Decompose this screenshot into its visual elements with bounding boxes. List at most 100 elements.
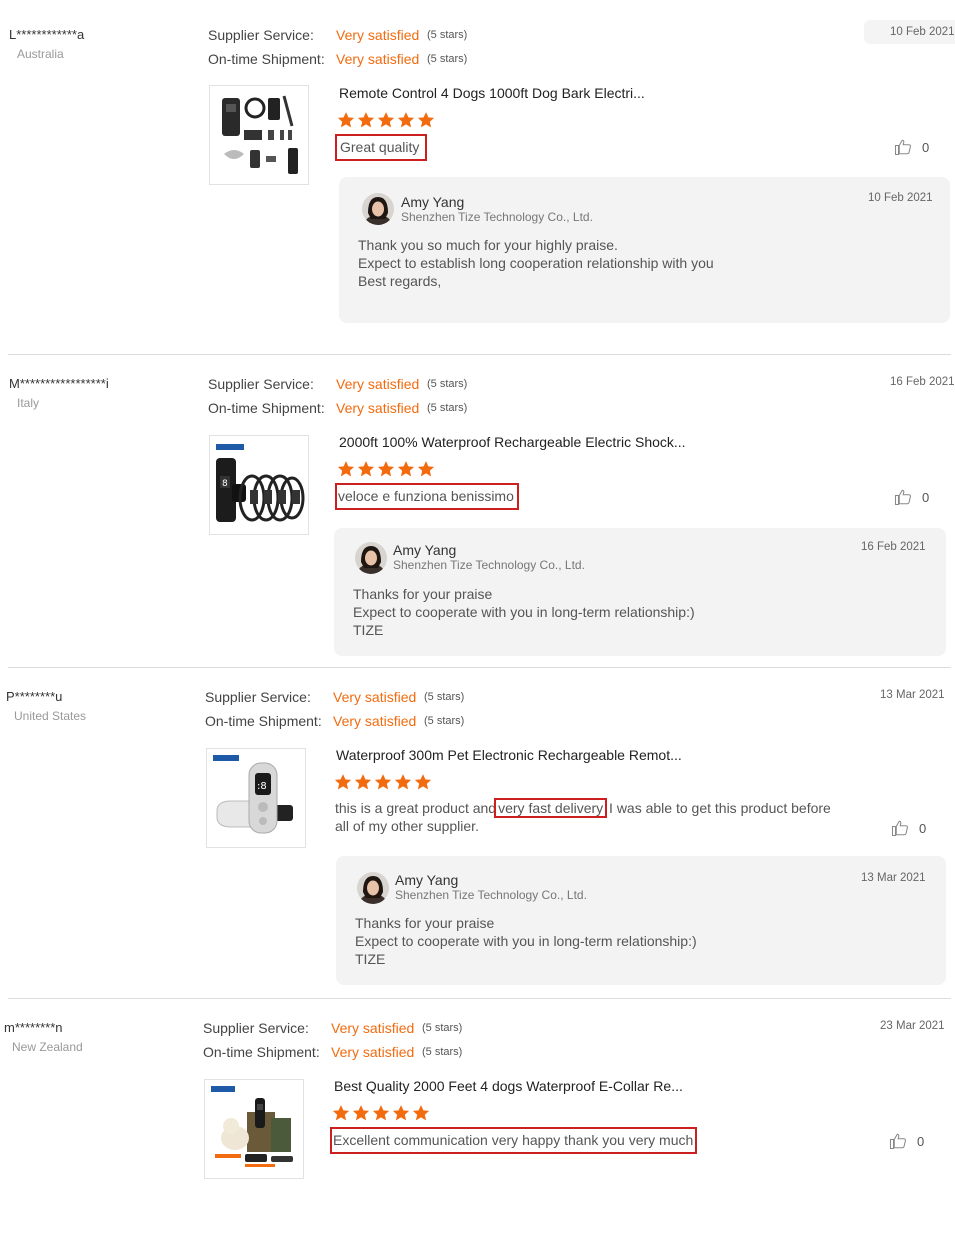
reply-company: Shenzhen Tize Technology Co., Ltd.	[393, 558, 585, 572]
reply-date: 13 Mar 2021	[861, 872, 926, 884]
ontime-shipment-label: On-time Shipment:	[208, 51, 325, 67]
supplier-service-label: Supplier Service:	[203, 1020, 309, 1036]
star-icon	[414, 774, 432, 790]
ontime-shipment-value: Very satisfied	[333, 713, 417, 729]
svg-text:8: 8	[222, 479, 228, 489]
supplier-service-value: Very satisfied	[333, 689, 417, 705]
star-icon	[397, 461, 415, 477]
review-comment: Great quality	[334, 134, 428, 161]
product-thumbnail[interactable]	[204, 1079, 304, 1179]
review-card: P********u United States Supplier Servic…	[0, 668, 955, 999]
avatar	[362, 193, 394, 225]
supplier-service-stars: (5 stars)	[422, 1022, 463, 1034]
ontime-shipment-stars: (5 stars)	[427, 53, 468, 65]
star-icon	[334, 774, 352, 790]
highlighted-comment: Great quality	[334, 134, 428, 161]
buyer-name: L************a	[9, 27, 85, 42]
supplier-service-label: Supplier Service:	[208, 27, 314, 43]
product-title[interactable]: Remote Control 4 Dogs 1000ft Dog Bark El…	[339, 85, 645, 101]
like-button[interactable]: 0	[891, 819, 926, 837]
reply-text: Thanks for your praise Expect to coopera…	[353, 585, 695, 639]
buyer-country: Australia	[17, 47, 64, 61]
highlighted-comment: veloce e funziona benissimo	[335, 483, 519, 510]
rating-stars	[337, 460, 435, 478]
reply-company: Shenzhen Tize Technology Co., Ltd.	[401, 210, 593, 224]
product-title[interactable]: Waterproof 300m Pet Electronic Rechargea…	[336, 747, 682, 763]
reply-author-name: Amy Yang	[401, 194, 465, 210]
reply-author-name: Amy Yang	[395, 872, 459, 888]
buyer-country: Italy	[17, 396, 40, 410]
supplier-service-stars: (5 stars)	[427, 29, 468, 41]
product-thumbnail[interactable]	[209, 85, 309, 185]
product-title[interactable]: Best Quality 2000 Feet 4 dogs Waterproof…	[334, 1078, 683, 1094]
ontime-shipment-value: Very satisfied	[331, 1044, 415, 1060]
ontime-shipment-value: Very satisfied	[336, 400, 420, 416]
review-card: M*****************i Italy Supplier Servi…	[0, 355, 955, 668]
buyer-name: P********u	[6, 689, 63, 704]
reply-date: 10 Feb 2021	[868, 192, 933, 204]
ontime-shipment-stars: (5 stars)	[422, 1046, 463, 1058]
product-title[interactable]: 2000ft 100% Waterproof Rechargeable Elec…	[339, 434, 686, 450]
ontime-shipment-value: Very satisfied	[336, 51, 420, 67]
review-comment: veloce e funziona benissimo	[335, 483, 519, 510]
star-icon	[357, 112, 375, 128]
product-bundle-image	[211, 1086, 293, 1167]
reply-line: Best regards,	[358, 273, 442, 289]
svg-text::8: :8	[257, 781, 267, 792]
star-icon	[377, 461, 395, 477]
product-thumbnail[interactable]: :8	[206, 748, 306, 848]
thumbs-up-icon	[889, 1133, 906, 1150]
highlighted-comment: very fast delivery	[494, 798, 608, 818]
buyer-name: M*****************i	[9, 376, 109, 391]
rating-stars	[334, 773, 432, 791]
thumbs-up-icon	[891, 820, 908, 837]
product-remote-image: :8	[213, 755, 293, 834]
star-icon	[397, 112, 415, 128]
review-card: m********n New Zealand Supplier Service:…	[0, 999, 955, 1233]
star-icon	[332, 1105, 350, 1121]
star-icon	[372, 1105, 390, 1121]
buyer-country: New Zealand	[12, 1040, 83, 1054]
product-kit-image	[222, 95, 298, 174]
review-date: 23 Mar 2021	[880, 1020, 945, 1032]
highlighted-comment: Excellent communication very happy thank…	[329, 1127, 698, 1154]
thumbs-up-icon	[894, 139, 911, 156]
supplier-reply: Amy Yang Shenzhen Tize Technology Co., L…	[339, 177, 950, 323]
reply-line: Thank you so much for your highly praise…	[358, 237, 618, 253]
supplier-service-value: Very satisfied	[336, 27, 420, 43]
buyer-name: m********n	[4, 1020, 63, 1035]
reply-line: Thanks for your praise	[353, 586, 493, 602]
like-button[interactable]: 0	[894, 138, 929, 156]
reply-line: Thanks for your praise	[355, 915, 495, 931]
comment-text: this is a great product and	[335, 800, 497, 816]
review-comment: Excellent communication very happy thank…	[329, 1127, 698, 1154]
reply-text: Thank you so much for your highly praise…	[358, 236, 714, 290]
reply-author-name: Amy Yang	[393, 542, 457, 558]
like-button[interactable]: 0	[894, 488, 929, 506]
like-count: 0	[919, 820, 927, 836]
review-date: 10 Feb 2021	[864, 20, 955, 44]
product-thumbnail[interactable]: 8	[209, 435, 309, 535]
review-date: 16 Feb 2021	[890, 376, 955, 388]
star-icon	[357, 461, 375, 477]
star-icon	[377, 112, 395, 128]
supplier-service-value: Very satisfied	[331, 1020, 415, 1036]
ontime-shipment-label: On-time Shipment:	[203, 1044, 320, 1060]
review-card: L************a Australia Supplier Servic…	[0, 0, 955, 355]
supplier-service-label: Supplier Service:	[205, 689, 311, 705]
star-icon	[412, 1105, 430, 1121]
rating-stars	[337, 111, 435, 129]
supplier-reply: Amy Yang Shenzhen Tize Technology Co., L…	[334, 528, 946, 656]
comment-text: I was able to get this product before	[605, 800, 831, 816]
star-icon	[392, 1105, 410, 1121]
reply-line: Expect to establish long cooperation rel…	[358, 255, 714, 271]
star-icon	[394, 774, 412, 790]
avatar	[355, 542, 387, 574]
star-icon	[337, 112, 355, 128]
star-icon	[352, 1105, 370, 1121]
star-icon	[374, 774, 392, 790]
rating-stars	[332, 1104, 430, 1122]
supplier-service-label: Supplier Service:	[208, 376, 314, 392]
like-button[interactable]: 0	[889, 1132, 924, 1150]
reply-line: Expect to cooperate with you in long-ter…	[353, 604, 695, 620]
